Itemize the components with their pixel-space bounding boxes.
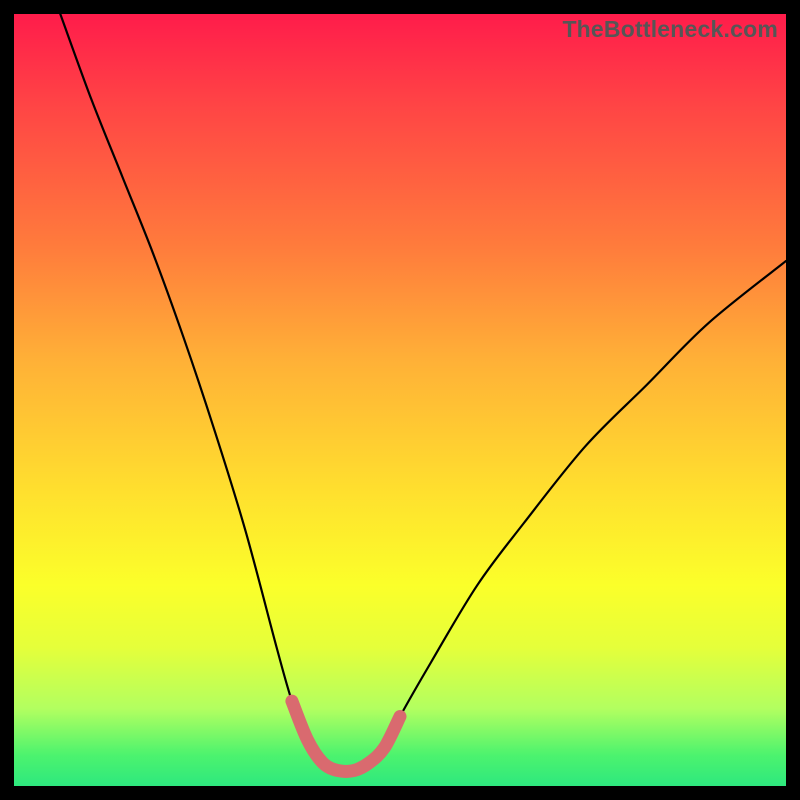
- plot-area: [14, 14, 786, 786]
- bottleneck-curve-highlight: [292, 701, 400, 771]
- watermark-text: TheBottleneck.com: [562, 16, 778, 43]
- curve-layer: [14, 14, 786, 786]
- bottleneck-curve: [60, 14, 786, 772]
- chart-frame: TheBottleneck.com: [0, 0, 800, 800]
